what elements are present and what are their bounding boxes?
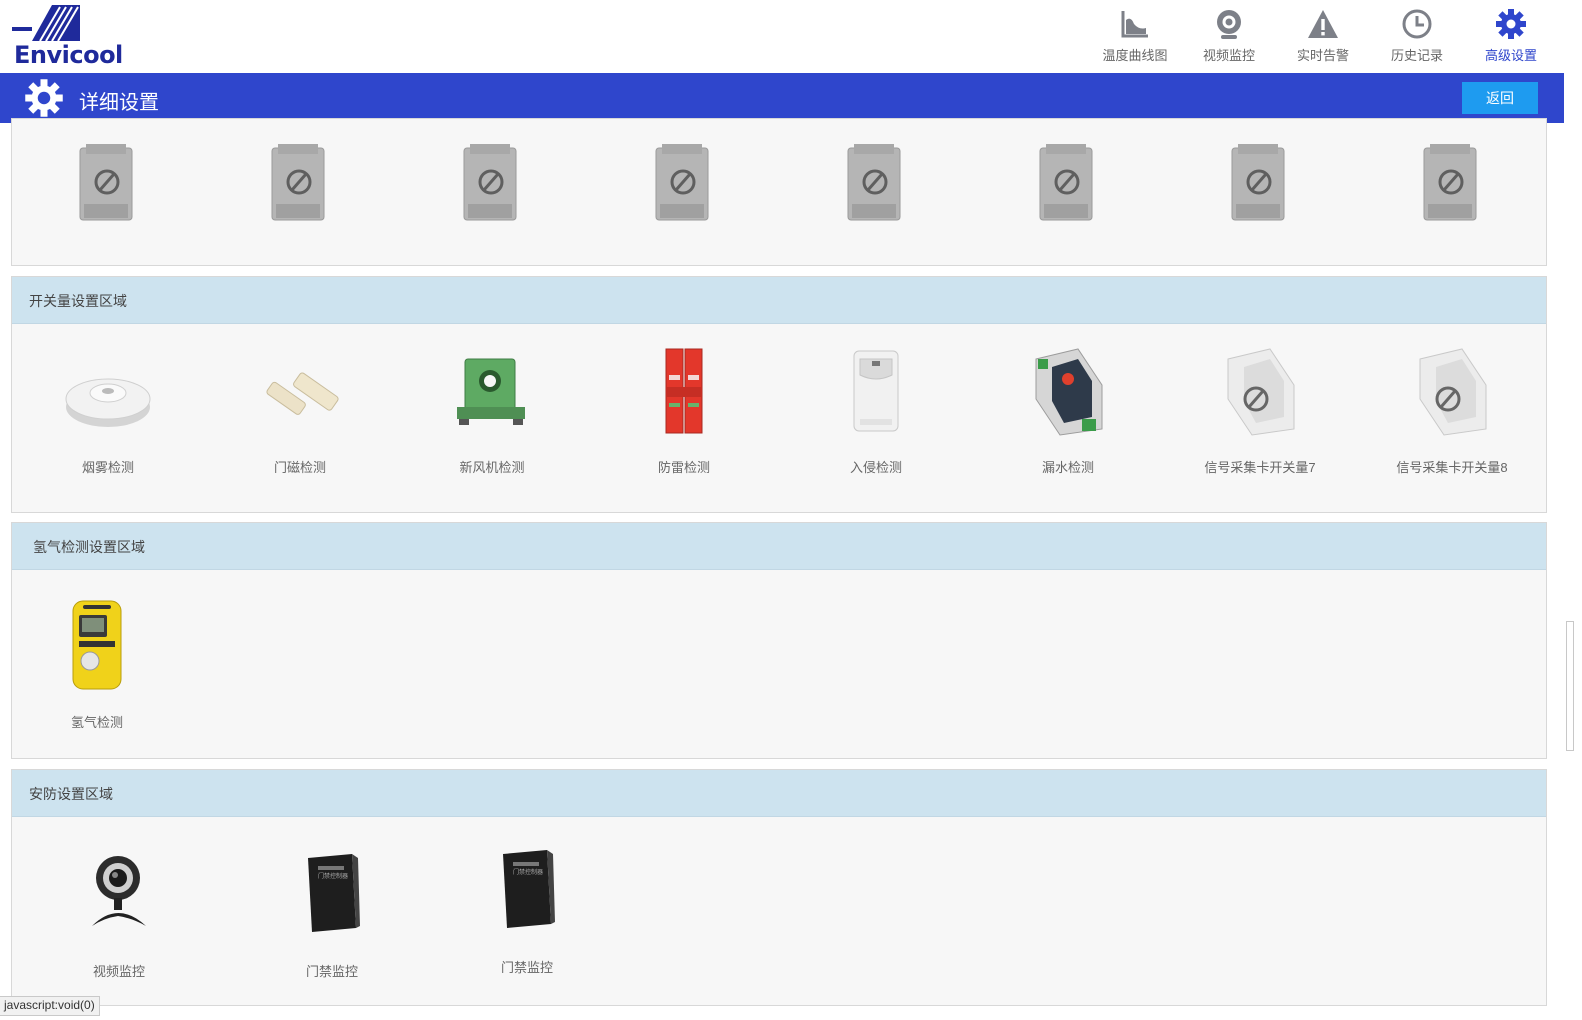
device-tile-signal-card-8[interactable]: 信号采集卡开关量8 [1382,348,1522,475]
disabled-signal-card-icon [1231,144,1285,221]
disabled-signal-card-icon [79,144,133,221]
nav-label: 视频监控 [1202,48,1255,63]
analog-card-tile[interactable] [1036,144,1096,224]
nav-history[interactable]: 历史记录 [1370,0,1464,73]
disabled-signal-card-icon [271,144,325,221]
nav-label: 温度曲线图 [1102,48,1168,63]
logo-text: Envicool [14,41,123,69]
analog-card-tile[interactable] [844,144,904,224]
device-label: 信号采集卡开关量7 [1204,460,1316,475]
disabled-signal-card-icon [1039,144,1093,221]
analog-card-tile[interactable] [76,144,136,224]
device-label: 烟雾检测 [81,460,134,475]
device-label: 防雷检测 [657,460,710,475]
access-controller-icon: 门禁控制器 [308,854,360,932]
area-chart-icon [1121,11,1148,38]
disabled-module-icon [1419,348,1487,436]
title-bar: 详细设置 返回 [0,73,1564,123]
disabled-module-icon [1227,348,1295,436]
device-label: 信号采集卡开关量8 [1396,460,1508,475]
device-tile-lightning[interactable]: 防雷检测 [634,348,734,475]
device-tile-smoke[interactable]: 烟雾检测 [58,355,158,475]
disabled-signal-card-icon [1423,144,1477,221]
current-sensor-icon [457,358,525,425]
smoke-detector-icon [65,378,151,427]
nav-label: 历史记录 [1390,48,1443,63]
warning-icon [1308,10,1338,38]
settings-gear-icon [25,79,63,117]
controller-caption: 门禁控制器 [318,872,348,880]
disabled-signal-card-icon [847,144,901,221]
nav-label: 高级设置 [1484,48,1537,63]
webcam-device-icon [92,856,146,926]
back-button[interactable]: 返回 [1462,82,1538,114]
device-label: 视频监控 [92,964,145,979]
device-tile-signal-card-7[interactable]: 信号采集卡开关量7 [1190,348,1330,475]
surge-protector-icon [665,348,703,434]
analog-card-tile[interactable] [268,144,328,224]
nav-label: 实时告警 [1296,48,1349,63]
access-controller-icon: 门禁控制器 [503,850,555,928]
clock-icon [1402,9,1432,39]
section-title: 开关量设置区域 [29,293,127,309]
nav-video-monitor[interactable]: 视频监控 [1182,0,1276,73]
top-header: Envicool 温度曲线图 视频监控 实时告警 历史记录 高级设置 [0,0,1582,73]
main-nav: 温度曲线图 视频监控 实时告警 历史记录 高级设置 [1088,0,1558,73]
device-tile-hydrogen[interactable]: 氢气检测 [47,599,147,730]
device-tile-access-1[interactable]: 门禁控制器 门禁监控 [282,852,382,979]
disabled-signal-card-icon [655,144,709,221]
device-tile-intrusion[interactable]: 入侵检测 [826,350,926,475]
section-title: 安防设置区域 [29,786,113,802]
gas-detector-icon [72,600,122,690]
browser-status-bar: javascript:void(0) [0,996,100,1016]
water-leak-module-icon [1035,348,1103,436]
device-label: 新风机检测 [459,460,525,475]
infrared-detector-icon [853,350,899,432]
envicool-logo[interactable]: Envicool [12,5,142,69]
switch-settings-panel: 开关量设置区域 烟雾检测 门磁检测 新风机检测 防雷检测 入侵检测 漏水检测 信… [11,276,1547,513]
device-tile-access-2[interactable]: 门禁控制器 门禁监控 [477,848,577,975]
gear-icon [1496,9,1526,39]
disabled-signal-card-icon [463,144,517,221]
hydrogen-settings-panel: 氢气检测设置区域 氢气检测 [11,522,1547,759]
nav-realtime-alarm[interactable]: 实时告警 [1276,0,1370,73]
security-settings-panel: 安防设置区域 视频监控 门禁控制器 门禁监控 门禁控制器 门禁监控 [11,769,1547,1006]
analog-card-tile[interactable] [652,144,712,224]
device-label: 漏水检测 [1041,460,1094,475]
section-header: 氢气检测设置区域 [12,523,1546,570]
scrollbar-thumb[interactable] [1566,621,1574,751]
device-tile-door-magnet[interactable]: 门磁检测 [250,355,350,475]
nav-advanced-settings[interactable]: 高级设置 [1464,0,1558,73]
device-label: 门禁监控 [305,964,358,979]
section-header: 开关量设置区域 [12,277,1546,324]
device-label: 门禁监控 [500,960,553,975]
device-label: 氢气检测 [70,715,123,730]
device-tile-video[interactable]: 视频监控 [69,852,169,979]
section-title: 氢气检测设置区域 [33,539,145,555]
device-tile-fresh-air[interactable]: 新风机检测 [432,355,552,475]
device-label: 入侵检测 [849,460,902,475]
analog-card-tile[interactable] [1228,144,1288,224]
analog-card-tile[interactable] [460,144,520,224]
door-magnet-icon [266,372,339,415]
analog-card-tile[interactable] [1420,144,1480,224]
page-title: 详细设置 [79,92,159,114]
device-label: 门磁检测 [273,460,326,475]
device-tile-water-leak[interactable]: 漏水检测 [1018,348,1118,475]
nav-temperature-curve[interactable]: 温度曲线图 [1088,0,1182,73]
section-header: 安防设置区域 [12,770,1546,817]
webcam-icon [1217,10,1241,39]
analog-card-panel [11,118,1547,266]
vertical-scrollbar[interactable] [1564,73,1582,1020]
controller-caption: 门禁控制器 [513,868,543,876]
